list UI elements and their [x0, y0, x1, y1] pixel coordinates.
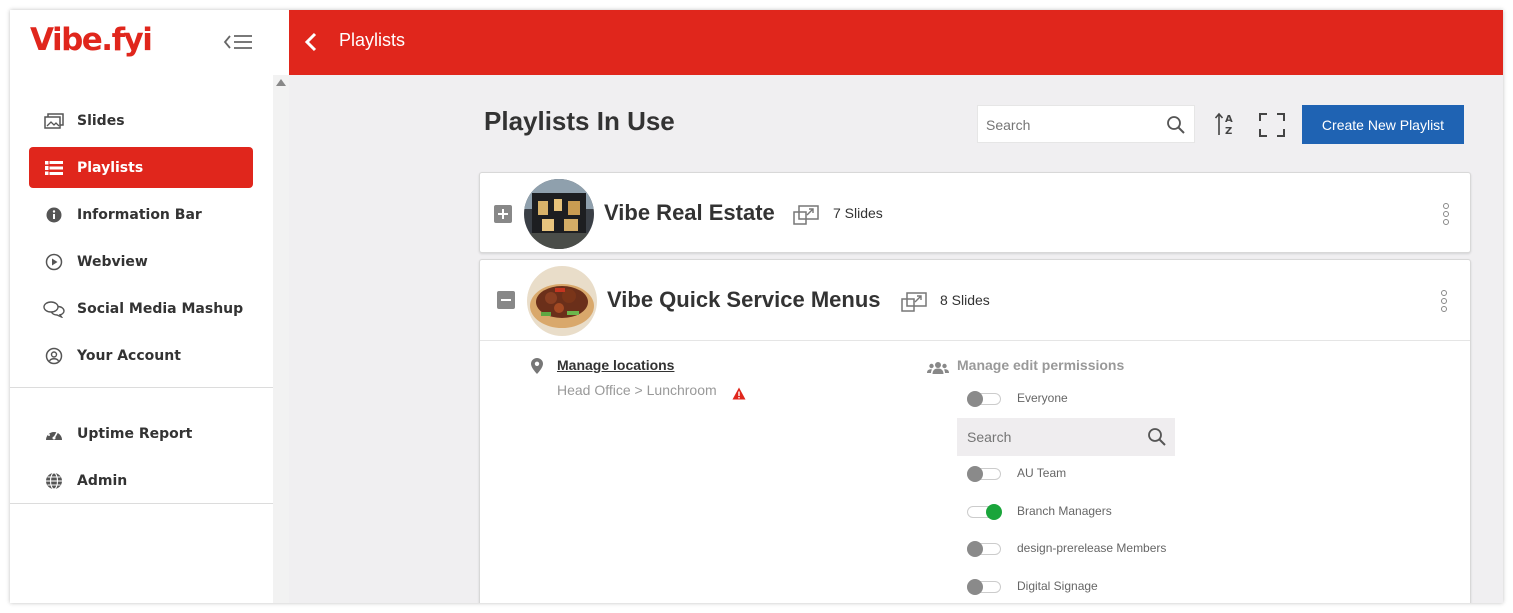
logo[interactable]: Vibe.fyi — [30, 22, 153, 58]
search-icon[interactable] — [1166, 115, 1186, 139]
card-divider — [480, 340, 1470, 341]
permission-search[interactable] — [957, 418, 1175, 456]
sort-az-icon[interactable]: AZ — [1214, 111, 1238, 137]
sidebar-item-webview[interactable]: Webview — [29, 241, 253, 282]
permission-toggle[interactable] — [967, 541, 1001, 557]
location-path: Head Office > Lunchroom — [557, 382, 717, 398]
manage-locations-link[interactable]: Manage locations — [557, 357, 674, 373]
sidebar-item-label: Information Bar — [77, 206, 202, 223]
playlist-card-header[interactable]: Vibe Real Estate 7 Slides — [480, 173, 1470, 253]
permission-name: Branch Managers — [1017, 504, 1112, 518]
page-title: Playlists In Use — [484, 106, 675, 136]
manage-permissions-label: Manage edit permissions — [957, 357, 1125, 373]
toggle-knob — [967, 541, 983, 557]
toggle-knob — [986, 504, 1002, 520]
sidebar-divider — [10, 503, 273, 504]
sidebar-item-admin[interactable]: Admin — [29, 460, 253, 501]
playlist-thumbnail — [524, 179, 594, 249]
sidebar-item-label: Your Account — [77, 347, 181, 364]
search-input[interactable] — [986, 114, 1156, 136]
sidebar-item-label: Uptime Report — [77, 425, 193, 442]
permission-search-input[interactable] — [967, 427, 1127, 447]
play-icon — [43, 253, 65, 271]
playlist-name[interactable]: Vibe Quick Service Menus — [607, 287, 881, 313]
permission-name: Everyone — [1017, 391, 1068, 405]
permission-toggle[interactable] — [967, 504, 1002, 520]
sidebar: Vibe.fyi Slides Playlists Information Ba… — [10, 10, 289, 603]
sidebar-divider — [10, 387, 273, 388]
collapse-icon[interactable] — [497, 291, 515, 309]
playlist-card: Vibe Quick Service Menus 8 Slides Manage… — [479, 259, 1471, 603]
warning-icon — [732, 385, 746, 404]
toggle-knob — [967, 391, 983, 407]
permission-toggle[interactable] — [967, 391, 1001, 407]
list-icon — [43, 159, 65, 177]
playlist-thumbnail — [527, 266, 597, 336]
sidebar-item-label: Slides — [77, 112, 125, 129]
globe-icon — [43, 471, 65, 490]
svg-text:A: A — [1225, 114, 1233, 125]
chat-bubbles-icon — [43, 300, 65, 318]
app-window: Vibe.fyi Slides Playlists Information Ba… — [10, 10, 1503, 603]
sidebar-item-your-account[interactable]: Your Account — [29, 335, 253, 376]
gauge-icon — [43, 425, 65, 443]
permission-name: Digital Signage — [1017, 579, 1098, 593]
sidebar-item-information-bar[interactable]: Information Bar — [29, 194, 253, 235]
playlist-card: Vibe Real Estate 7 Slides — [479, 172, 1471, 253]
slides-icon — [901, 292, 927, 312]
svg-text:Z: Z — [1225, 126, 1232, 137]
permission-row: AU Team — [967, 466, 1267, 484]
more-options-icon[interactable] — [1441, 203, 1451, 225]
fullscreen-icon[interactable] — [1259, 113, 1285, 137]
chevron-left-icon[interactable] — [303, 32, 319, 52]
permission-row: Everyone — [967, 391, 1267, 409]
create-playlist-button[interactable]: Create New Playlist — [1302, 105, 1464, 144]
scroll-up-arrow-icon[interactable] — [276, 79, 286, 86]
permission-toggle[interactable] — [967, 466, 1001, 482]
permission-row: design-prerelease Members — [967, 541, 1267, 559]
sidebar-scrollbar[interactable] — [273, 75, 289, 603]
toggle-knob — [967, 466, 983, 482]
playlist-card-header[interactable]: Vibe Quick Service Menus 8 Slides — [480, 260, 1470, 340]
permission-name: AU Team — [1017, 466, 1067, 480]
sidebar-item-label: Admin — [77, 472, 128, 489]
user-circle-icon — [43, 347, 65, 365]
slides-icon — [793, 205, 819, 225]
toggle-knob — [967, 579, 983, 595]
sidebar-item-playlists[interactable]: Playlists — [29, 147, 253, 188]
images-icon — [43, 112, 65, 130]
permission-toggle[interactable] — [967, 579, 1001, 595]
permission-row: Digital Signage — [967, 579, 1267, 597]
info-icon — [43, 206, 65, 224]
more-options-icon[interactable] — [1439, 290, 1449, 312]
expand-icon[interactable] — [494, 205, 512, 223]
permission-row: Branch Managers — [967, 504, 1267, 522]
sidebar-item-social-media-mashup[interactable]: Social Media Mashup — [29, 288, 253, 329]
permission-name: design-prerelease Members — [1017, 541, 1167, 555]
slides-count: 8 Slides — [940, 292, 990, 308]
collapse-menu-icon[interactable] — [222, 32, 254, 52]
sidebar-item-uptime-report[interactable]: Uptime Report — [29, 413, 253, 454]
playlist-search[interactable] — [977, 105, 1195, 143]
location-pin-icon — [531, 358, 543, 378]
search-icon[interactable] — [1147, 427, 1167, 451]
sidebar-item-label: Playlists — [77, 159, 144, 176]
sidebar-item-label: Social Media Mashup — [77, 300, 244, 317]
sidebar-item-slides[interactable]: Slides — [29, 100, 253, 141]
users-group-icon — [927, 360, 949, 379]
header-title: Playlists — [339, 30, 406, 50]
slides-count: 7 Slides — [833, 205, 883, 221]
header-bar: Playlists — [289, 10, 1503, 75]
sidebar-item-label: Webview — [77, 253, 148, 270]
playlist-name[interactable]: Vibe Real Estate — [604, 200, 775, 226]
